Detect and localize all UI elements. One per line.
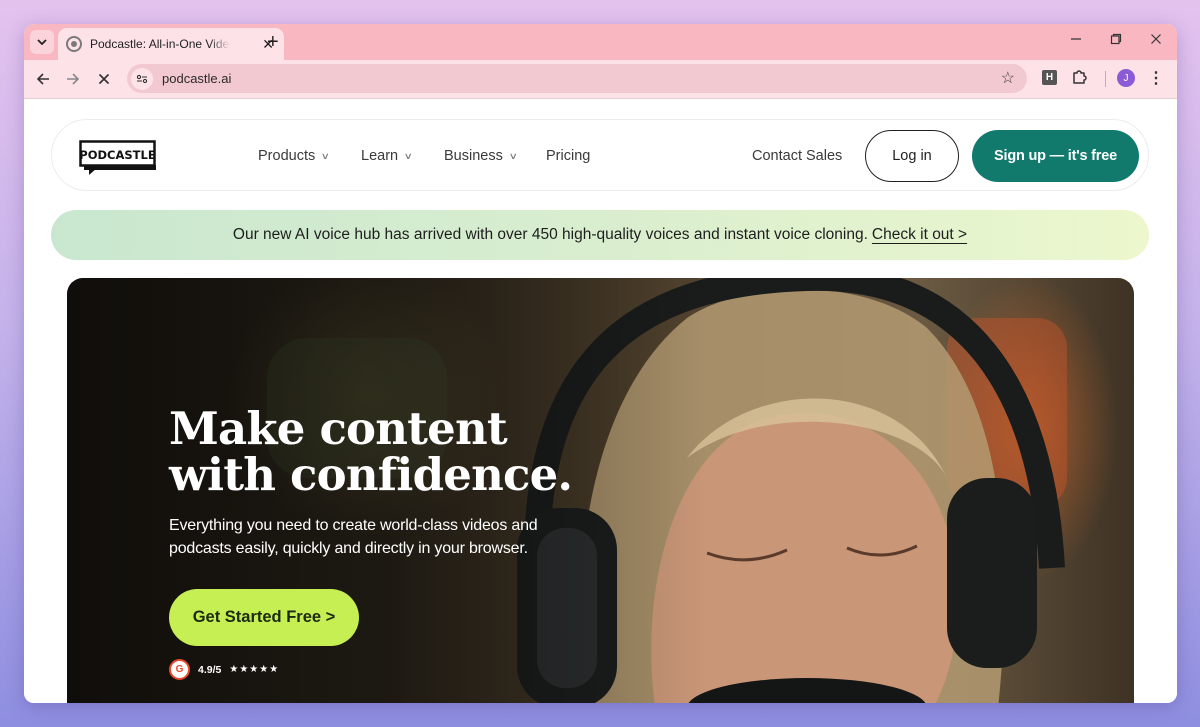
hero-section: Make content with confidence. Everything… [67, 278, 1134, 703]
chevron-down-icon: ∨ [403, 151, 414, 161]
browser-window: Podcastle: All-in-One Video and Podcast … [24, 24, 1177, 703]
minimize-icon[interactable] [1070, 31, 1082, 51]
nav-learn[interactable]: Learn ∨ [361, 147, 414, 165]
tab-search-icon[interactable] [30, 30, 54, 54]
back-icon[interactable] [32, 68, 54, 92]
rating-stars: ★★★★★ [229, 664, 280, 675]
hero-title-line1: Make content [169, 402, 508, 455]
announcement-banner: Our new AI voice hub has arrived with ov… [51, 210, 1149, 260]
browser-toolbar: podcastle.ai ☆ H J ⋮ [24, 60, 1177, 99]
podcastle-logo[interactable]: PODCASTLE [79, 140, 157, 181]
stop-icon[interactable] [93, 68, 115, 91]
nav-products-label: Products [258, 148, 316, 164]
extensions-icon[interactable] [1071, 68, 1089, 91]
profile-avatar[interactable]: J [1117, 69, 1135, 87]
bookmark-star-icon[interactable]: ☆ [1001, 68, 1015, 88]
banner-text: Our new AI voice hub has arrived with ov… [232, 226, 868, 243]
browser-tab[interactable]: Podcastle: All-in-One Video and Podcast … [58, 28, 284, 60]
restore-icon[interactable] [1110, 31, 1122, 51]
toolbar-separator [1105, 71, 1106, 87]
g2-logo-icon: G [169, 659, 190, 680]
nav-pricing[interactable]: Pricing [546, 147, 590, 165]
hero-title-line2: with confidence. [169, 448, 573, 501]
banner-link[interactable]: Check it out > [872, 226, 967, 244]
extension-h-icon[interactable]: H [1042, 70, 1057, 85]
new-tab-icon[interactable]: + [267, 31, 279, 53]
hero-title: Make content with confidence. [169, 406, 629, 498]
signup-button[interactable]: Sign up — it's free [972, 130, 1139, 182]
nav-business-label: Business [444, 148, 503, 164]
forward-icon[interactable] [62, 68, 84, 92]
nav-pricing-label: Pricing [546, 148, 591, 164]
contact-sales-label: Contact Sales [752, 148, 843, 164]
svg-text:PODCASTLE: PODCASTLE [79, 148, 156, 162]
login-button[interactable]: Log in [865, 130, 959, 182]
address-bar[interactable]: podcastle.ai ☆ [127, 64, 1027, 93]
contact-sales-link[interactable]: Contact Sales [752, 147, 842, 165]
nav-learn-label: Learn [361, 148, 399, 164]
url-text[interactable]: podcastle.ai [162, 71, 231, 86]
get-started-button[interactable]: Get Started Free > [169, 589, 359, 646]
nav-products[interactable]: Products ∨ [258, 147, 331, 165]
hero-subtitle: Everything you need to create world-clas… [169, 517, 538, 557]
chevron-down-icon: ∨ [320, 151, 331, 161]
tab-strip: Podcastle: All-in-One Video and Podcast … [24, 24, 1177, 60]
nav-business[interactable]: Business ∨ [444, 147, 518, 165]
chevron-down-icon: ∨ [508, 151, 518, 161]
close-icon[interactable] [1150, 31, 1162, 51]
site-navbar: PODCASTLE Products ∨ Learn ∨ Business ∨ … [51, 119, 1149, 191]
site-info-icon[interactable] [131, 67, 153, 90]
tab-title: Podcastle: All-in-One Video and Podcast … [90, 37, 230, 51]
podcastle-favicon-icon [66, 36, 82, 52]
g2-rating: G 4.9/5 ★★★★★ [169, 659, 279, 680]
menu-icon[interactable]: ⋮ [1148, 68, 1164, 88]
rating-score: 4.9/5 [198, 663, 222, 676]
page-viewport: PODCASTLE Products ∨ Learn ∨ Business ∨ … [24, 99, 1177, 703]
